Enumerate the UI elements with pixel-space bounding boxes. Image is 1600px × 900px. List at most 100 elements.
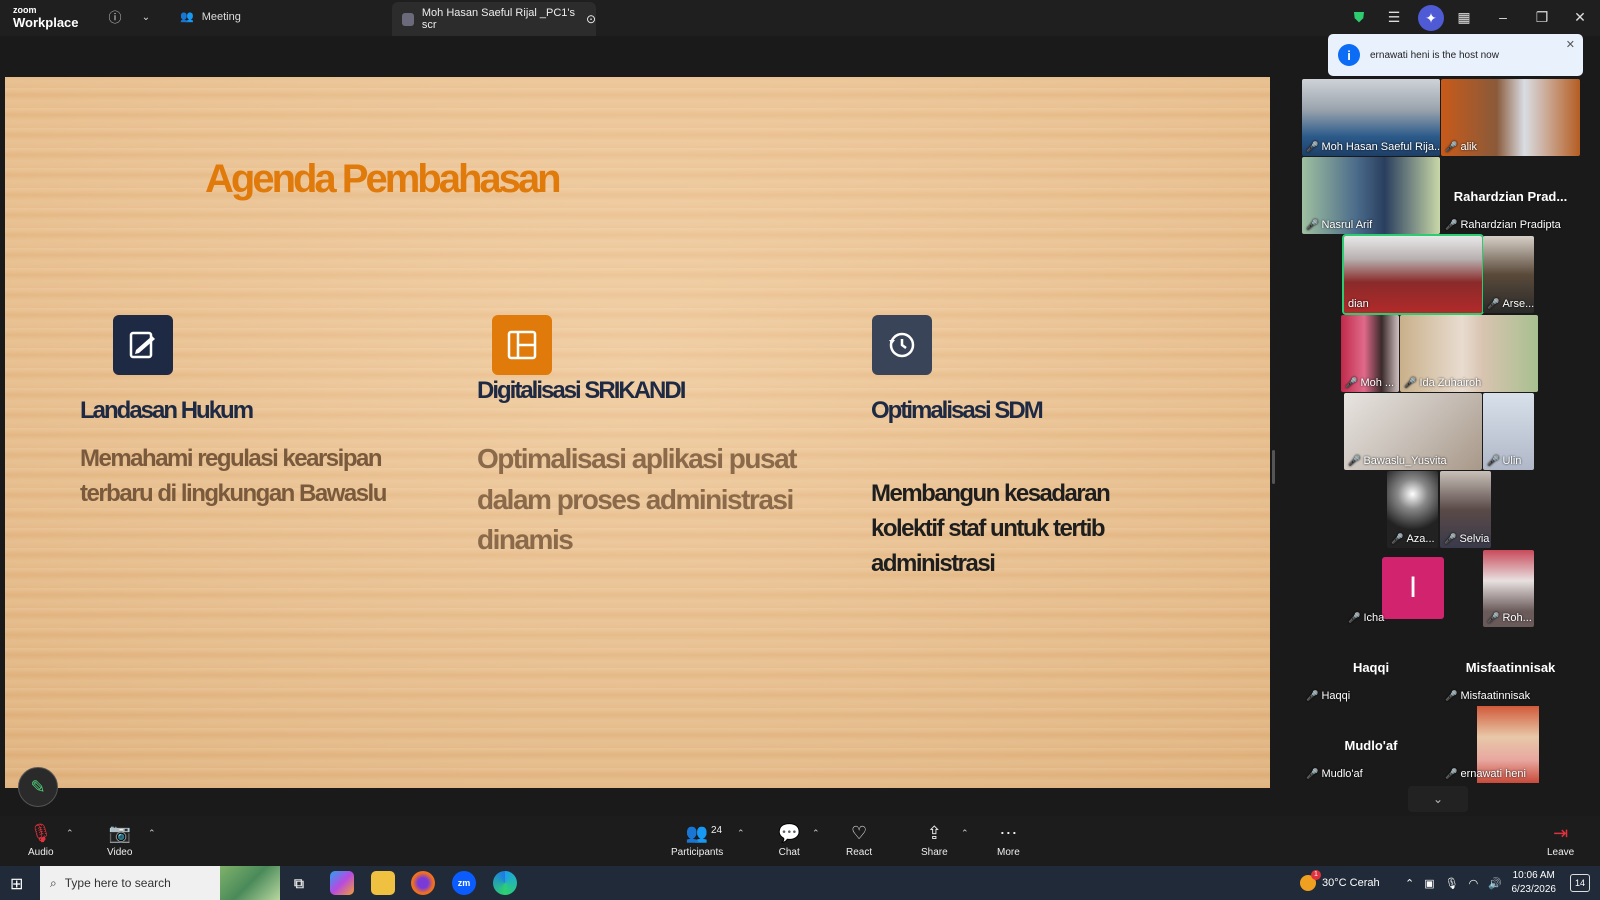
mic-off-icon: 🎤	[1348, 455, 1361, 467]
minimize-icon[interactable]: –	[1494, 9, 1512, 25]
file-explorer-icon[interactable]	[371, 871, 395, 895]
participant-tile[interactable]: Haqqi 🎤 Haqqi	[1302, 628, 1440, 705]
column-heading-sdm: Optimalisasi SDM	[871, 397, 1044, 424]
chevron-up-icon[interactable]: ⌃	[1405, 877, 1414, 890]
chevron-down-icon: ⌄	[1432, 792, 1444, 806]
mic-off-icon: 🎤	[1487, 455, 1500, 467]
notes-icon[interactable]: ☰	[1385, 9, 1403, 26]
mic-off-icon: 🎤	[1487, 612, 1500, 624]
video-button[interactable]: 📷 Video	[107, 823, 132, 858]
mic-off-icon: 🎤	[1348, 612, 1361, 624]
mic-off-icon: 🎤	[1444, 533, 1457, 545]
share-options-caret[interactable]: ⌃	[961, 828, 969, 839]
mic-off-icon: 🎤	[1445, 219, 1458, 231]
weather-widget[interactable]: 1 30°C Cerah	[1300, 866, 1380, 900]
wifi-icon[interactable]: ◠	[1469, 877, 1479, 890]
participant-tile[interactable]: 🎤 Arse...	[1483, 236, 1534, 313]
mic-off-icon: 🎙	[29, 823, 53, 843]
participant-tile[interactable]: Rahardzian Prad... 🎤 Rahardzian Pradipta	[1441, 157, 1580, 234]
gallery-scroll-down-button[interactable]: ⌄	[1408, 786, 1468, 812]
mic-off-icon: 🎤	[1445, 768, 1458, 780]
participant-tile[interactable]: 🎤 alik	[1441, 79, 1580, 156]
participant-tile[interactable]: 🎤 Roh...	[1483, 550, 1534, 627]
layout-icon[interactable]: ▦	[1455, 9, 1473, 26]
mic-off-icon: 🎤	[1445, 141, 1458, 153]
close-icon[interactable]: ✕	[1571, 9, 1589, 26]
chat-icon: 💬	[778, 823, 801, 843]
column-heading-digitalisasi: Digitalisasi SRIKANDI	[477, 377, 686, 404]
slide-title: Agenda Pembahasan	[205, 157, 562, 201]
system-tray: ⌃ ▣ 🎙 ◠ 🔊	[1405, 866, 1502, 900]
participants-icon: 👥	[685, 823, 709, 843]
chat-options-caret[interactable]: ⌃	[812, 828, 820, 839]
share-button[interactable]: ⇪ Share	[921, 823, 948, 858]
audio-button[interactable]: 🎙 Audio	[28, 823, 54, 858]
participant-tile[interactable]: 🎤 Nasrul Arif	[1302, 157, 1440, 234]
firefox-icon[interactable]	[411, 871, 435, 895]
windows-start-icon[interactable]: ⊞	[10, 874, 23, 894]
react-button[interactable]: ♡ React	[846, 823, 872, 858]
participant-tile[interactable]: 🎤 ernawati heni	[1441, 706, 1580, 783]
annotate-pen-button[interactable]: ✎	[18, 767, 58, 807]
meeting-tab[interactable]: 👥 Meeting	[180, 10, 241, 24]
participant-tile[interactable]: 🎤 Ulin	[1483, 393, 1534, 470]
restore-icon[interactable]: ❐	[1533, 9, 1551, 26]
chevron-down-icon[interactable]: ⌄	[137, 9, 155, 27]
participant-tile[interactable]: 🎤 Selvia	[1440, 471, 1491, 548]
video-off-icon: 📷	[108, 823, 131, 843]
leave-button[interactable]: ⇥ Leave	[1547, 823, 1574, 858]
volume-icon[interactable]: 🔊	[1488, 877, 1502, 890]
column-heading-landasan: Landasan Hukum	[80, 397, 254, 424]
ai-companion-icon[interactable]: ✦	[1418, 5, 1444, 31]
participant-tile[interactable]: 🎤 Aza...	[1387, 471, 1438, 548]
more-button[interactable]: ⋯ More	[997, 823, 1020, 858]
more-options-icon[interactable]: ⊙	[586, 12, 596, 26]
participants-count: 24	[711, 825, 723, 836]
participant-tile[interactable]: Mudlo'af 🎤 Mudlo'af	[1302, 706, 1440, 783]
mic-off-icon: 🎤	[1391, 533, 1404, 545]
display-icon[interactable]: ▣	[1424, 877, 1434, 890]
info-icon: i	[1338, 44, 1360, 66]
sun-icon: 1	[1300, 870, 1321, 891]
participant-tile[interactable]: Misfaatinnisak 🎤 Misfaatinnisak	[1441, 628, 1580, 705]
participant-tile[interactable]: I 🎤 Icha	[1344, 550, 1482, 627]
panel-resize-handle[interactable]	[1272, 450, 1275, 484]
column-body-sdm: Membangun kesadaran kolektif staf untuk …	[871, 480, 1111, 577]
zoom-app-icon[interactable]: zm	[452, 871, 476, 895]
meeting-toolbar: 🎙 Audio ⌃ 📷 Video ⌃ 👥 Participants 24 ⌃ …	[0, 816, 1600, 866]
share-screen-icon: ⇪	[926, 823, 942, 843]
copilot-icon[interactable]	[330, 871, 354, 895]
participant-tile-active-speaker[interactable]: dian	[1342, 234, 1484, 315]
title-bar: zoom Workplace ⓘ ⌄ 👥 Meeting Moh Hasan S…	[0, 0, 1600, 36]
heart-icon: ♡	[850, 823, 868, 843]
participant-tile[interactable]: 🎤 Moh ...	[1341, 315, 1399, 392]
audio-options-caret[interactable]: ⌃	[66, 828, 74, 839]
taskbar-search[interactable]: ⌕ Type here to search	[40, 866, 280, 900]
clock[interactable]: 10:06 AM 6/23/2026	[1512, 869, 1557, 897]
people-icon: 👥	[180, 11, 194, 23]
participant-tile[interactable]: 🎤 Ida Zuhairoh	[1400, 315, 1538, 392]
screen-share-tab[interactable]: Moh Hasan Saeful Rijal _PC1's scr ⊙	[392, 2, 596, 36]
host-toast: i ernawati heni is the host now ✕	[1328, 34, 1583, 76]
mic-off-icon: 🎤	[1306, 690, 1319, 702]
notification-center-button[interactable]: 14	[1570, 874, 1590, 892]
search-icon: ⌕	[50, 875, 57, 890]
mic-off-icon: 🎤	[1487, 298, 1500, 310]
microphone-icon[interactable]: 🎙	[1445, 877, 1459, 890]
more-icon: ⋯	[999, 823, 1018, 843]
participant-tile[interactable]: 🎤 Bawaslu_Yusvita	[1344, 393, 1482, 470]
participants-options-caret[interactable]: ⌃	[737, 828, 745, 839]
mic-off-icon: 🎤	[1404, 377, 1417, 389]
shared-slide: Agenda Pembahasan Landasan Hukum Digital…	[5, 77, 1270, 788]
info-icon[interactable]: ⓘ	[106, 9, 124, 27]
task-view-icon[interactable]: ⧉	[287, 871, 311, 895]
zoom-logo: zoom Workplace	[13, 5, 79, 30]
shield-icon[interactable]: ⛊	[1350, 9, 1368, 26]
edge-icon[interactable]	[493, 871, 517, 895]
video-options-caret[interactable]: ⌃	[148, 828, 156, 839]
mic-off-icon: 🎤	[1306, 219, 1319, 231]
close-icon[interactable]: ✕	[1566, 38, 1575, 51]
chat-button[interactable]: 💬 Chat	[778, 823, 800, 858]
participant-tile[interactable]: 🎤 Moh Hasan Saeful Rija...	[1302, 79, 1440, 156]
history-icon	[872, 315, 932, 375]
